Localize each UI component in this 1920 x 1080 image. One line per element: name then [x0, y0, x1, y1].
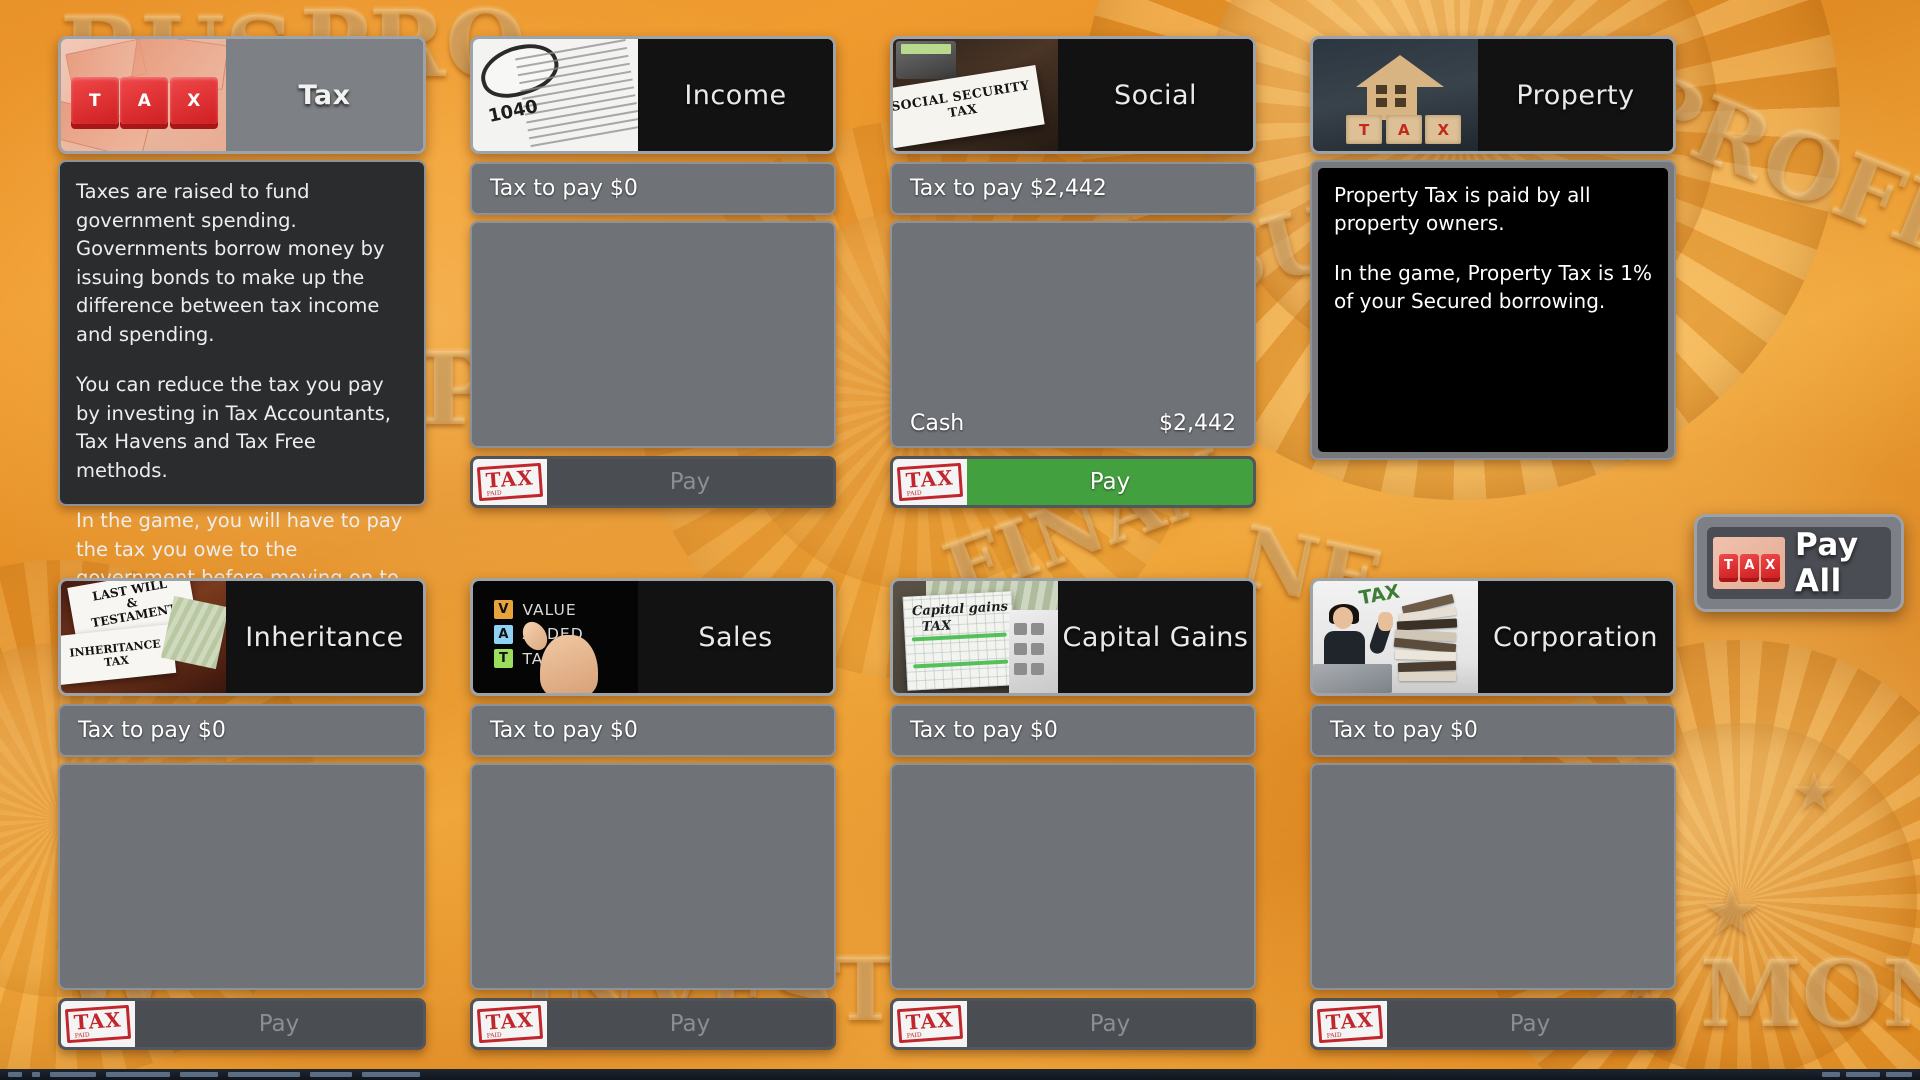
tax-paid-stamp-icon: TAX PAID — [893, 459, 967, 505]
tax-paid-stamp-icon: TAX PAID — [1313, 1001, 1387, 1047]
social-cash-label: Cash — [910, 410, 965, 436]
sales-tax-amount-label: Tax to pay $0 — [490, 718, 638, 743]
card-tax-header[interactable]: T A X Tax — [58, 36, 426, 154]
card-sales-header[interactable]: V VALUE A ADDED T TAX Sales — [470, 578, 836, 696]
card-sales-tax-to-pay: Tax to pay $0 — [470, 704, 836, 757]
tax-paid-stamp-icon: TAX PAID — [893, 1001, 967, 1047]
corporation-books-icon: TAX — [1313, 581, 1478, 693]
card-sales-title: Sales — [638, 581, 833, 693]
card-corporation-title: Corporation — [1478, 581, 1673, 693]
tax-paid-stamp-icon: TAX PAID — [473, 459, 547, 505]
pay-button-sales[interactable]: TAX PAID Pay — [470, 998, 836, 1050]
card-income-title: Income — [638, 39, 833, 151]
card-social: SOCIAL SECURITY TAX Social Tax to pay $2,… — [890, 36, 1256, 508]
tax-info-paragraph-2: You can reduce the tax you pay by invest… — [76, 373, 391, 482]
property-info-paragraph-1: Property Tax is paid by all property own… — [1334, 183, 1591, 235]
card-social-detail-area: Cash $2,442 — [890, 221, 1256, 448]
pay-button-corporation[interactable]: TAX PAID Pay — [1310, 998, 1676, 1050]
card-corporation-header[interactable]: TAX Corporation — [1310, 578, 1676, 696]
card-inheritance-title: Inheritance — [226, 581, 423, 693]
tax-blocks-icon: T A X — [61, 39, 226, 151]
tax-board: T A X Tax Taxes are raised to fund gover… — [0, 0, 1920, 1080]
tax-info-paragraph-1: Taxes are raised to fund government spen… — [76, 180, 385, 346]
card-income-detail-area — [470, 221, 836, 448]
card-income-tax-to-pay: Tax to pay $0 — [470, 162, 836, 215]
pay-all-button[interactable]: T A X Pay All — [1694, 514, 1904, 612]
card-tax-description: Taxes are raised to fund government spen… — [58, 160, 426, 618]
pay-button-inheritance[interactable]: TAX PAID Pay — [58, 998, 426, 1050]
pay-button-inheritance-label: Pay — [135, 1001, 423, 1047]
pay-button-income[interactable]: TAX PAID Pay — [470, 456, 836, 508]
card-capital-gains: Capital gains TAX Capital Gains Tax to p… — [890, 578, 1256, 1050]
card-corporation: TAX Corporation Tax to pay $0 TAX PAID P… — [1310, 578, 1676, 1050]
pay-button-capital-gains[interactable]: TAX PAID Pay — [890, 998, 1256, 1050]
card-sales: V VALUE A ADDED T TAX Sales Tax to pay $… — [470, 578, 836, 1050]
social-tax-amount-label: Tax to pay $2,442 — [910, 176, 1107, 201]
pay-button-income-label: Pay — [547, 459, 833, 505]
pay-button-sales-label: Pay — [547, 1001, 833, 1047]
card-corporation-tax-to-pay: Tax to pay $0 — [1310, 704, 1676, 757]
value-added-tax-icon: V VALUE A ADDED T TAX — [473, 581, 638, 693]
card-income: 1040 Income Tax to pay $0 TAX PAID Pay — [470, 36, 836, 508]
social-security-tax-icon: SOCIAL SECURITY TAX — [893, 39, 1058, 151]
card-social-title: Social — [1058, 39, 1253, 151]
card-social-header[interactable]: SOCIAL SECURITY TAX Social — [890, 36, 1256, 154]
inheritance-tax-amount-label: Tax to pay $0 — [78, 718, 226, 743]
card-capital-gains-title: Capital Gains — [1058, 581, 1253, 693]
income-tax-amount-label: Tax to pay $0 — [490, 176, 638, 201]
card-social-tax-to-pay: Tax to pay $2,442 — [890, 162, 1256, 215]
card-capital-gains-detail-area — [890, 763, 1256, 990]
social-cash-row: Cash $2,442 — [892, 400, 1254, 446]
pay-button-capital-gains-label: Pay — [967, 1001, 1253, 1047]
card-tax-title: Tax — [226, 39, 423, 151]
card-sales-detail-area — [470, 763, 836, 990]
card-property: T A X Property Property Tax is paid by a… — [1310, 36, 1676, 460]
tax-form-1040-icon: 1040 — [473, 39, 638, 151]
vat-letter-t: T — [494, 649, 514, 669]
card-property-description: Property Tax is paid by all property own… — [1310, 160, 1676, 460]
tax-blocks-icon: T A X — [1713, 537, 1785, 589]
vat-word-value: VALUE — [522, 600, 577, 619]
card-tax: T A X Tax Taxes are raised to fund gover… — [58, 36, 426, 618]
hand-icon — [540, 635, 599, 693]
corporation-tax-amount-label: Tax to pay $0 — [1330, 718, 1478, 743]
card-inheritance-detail-area — [58, 763, 426, 990]
tax-paid-stamp-icon: TAX PAID — [61, 1001, 135, 1047]
tax-paid-stamp-icon: TAX PAID — [473, 1001, 547, 1047]
pay-button-social[interactable]: TAX PAID Pay — [890, 456, 1256, 508]
last-will-testament-icon: LAST WILL & TESTAMENT INHERITANCE TAX — [61, 581, 226, 693]
card-property-title: Property — [1478, 39, 1673, 151]
card-income-header[interactable]: 1040 Income — [470, 36, 836, 154]
house-tax-blocks-icon: T A X — [1313, 39, 1478, 151]
capital-gains-notebook-icon: Capital gains TAX — [893, 581, 1058, 693]
vat-letter-a: A — [494, 624, 514, 644]
card-capital-gains-header[interactable]: Capital gains TAX Capital Gains — [890, 578, 1256, 696]
card-capital-gains-tax-to-pay: Tax to pay $0 — [890, 704, 1256, 757]
card-inheritance-tax-to-pay: Tax to pay $0 — [58, 704, 426, 757]
pay-button-corporation-label: Pay — [1387, 1001, 1673, 1047]
capital-gains-tax-amount-label: Tax to pay $0 — [910, 718, 1058, 743]
social-cash-amount: $2,442 — [1159, 410, 1236, 436]
property-info-paragraph-2: In the game, Property Tax is 1% of your … — [1334, 261, 1652, 313]
card-inheritance: LAST WILL & TESTAMENT INHERITANCE TAX Inher… — [58, 578, 426, 1050]
card-inheritance-header[interactable]: LAST WILL & TESTAMENT INHERITANCE TAX Inher… — [58, 578, 426, 696]
desktop-taskbar[interactable] — [0, 1069, 1920, 1080]
card-corporation-detail-area — [1310, 763, 1676, 990]
vat-letter-v: V — [494, 600, 514, 620]
card-property-header[interactable]: T A X Property — [1310, 36, 1676, 154]
pay-button-social-label: Pay — [967, 459, 1253, 505]
pay-all-label: Pay All — [1795, 527, 1859, 599]
